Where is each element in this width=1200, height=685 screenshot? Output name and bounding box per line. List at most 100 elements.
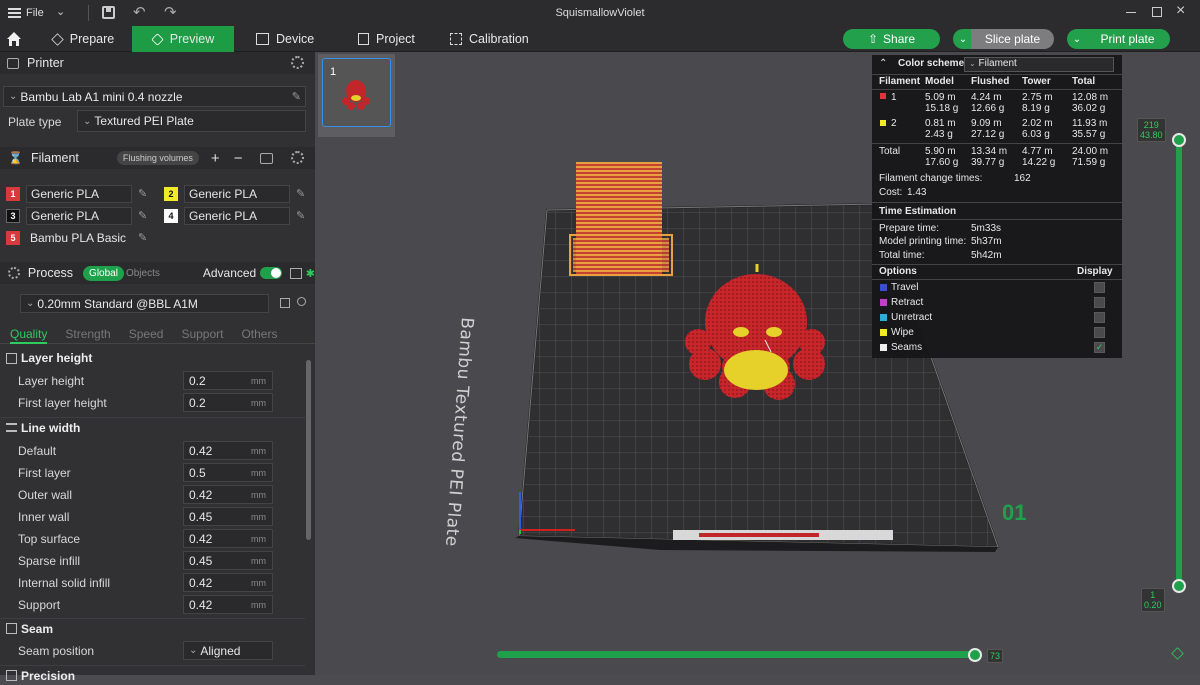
filament-name[interactable]: Generic PLA [184,206,290,225]
print-options-dropdown[interactable]: ⌄ [1067,29,1087,49]
filament-swatch[interactable]: 1 [6,186,20,201]
setting-input[interactable]: 0.42 mm [183,441,273,460]
divider [872,264,1122,265]
search-icon[interactable] [297,297,306,306]
filament-swatch[interactable]: 2 [164,186,178,201]
move-slider-track[interactable] [497,651,977,658]
save-preset-icon[interactable] [280,298,290,308]
edit-icon[interactable]: ✎ [138,209,147,222]
slice-options-dropdown[interactable]: ⌄ [953,29,973,49]
setting-input[interactable]: 0.45 mm [183,551,273,570]
filament-swatch[interactable]: 4 [164,208,178,223]
wipe-checkbox[interactable] [1094,327,1105,338]
filament-item-5[interactable]: 5 Bambu PLA Basic ✎ [6,228,147,247]
setting-row: Top surface 0.42 mm [0,528,305,550]
move-value: 73 [987,649,1004,663]
filament-name[interactable]: Generic PLA [184,184,290,203]
unretract-checkbox[interactable] [1094,312,1105,323]
chevron-down-icon: ⌄ [189,645,198,656]
restore-icon[interactable] [1152,7,1162,17]
filament-item-1[interactable]: 1 Generic PLA ✎ [6,184,147,203]
setting-input[interactable]: 0.42 mm [183,595,273,614]
close-icon[interactable]: × [1176,2,1185,20]
edit-icon[interactable]: ✎ [296,187,305,200]
share-button[interactable]: ⇧ Share [843,29,940,49]
retract-checkbox[interactable] [1094,297,1105,308]
printer-header: Printer [27,56,64,70]
advanced-switch[interactable] [260,267,282,279]
redo-icon[interactable]: ↷ [164,3,177,21]
color-scheme-select[interactable]: ⌄ Filament [964,57,1114,72]
plate-type-label: Plate type [8,115,62,129]
tab-others[interactable]: Others [241,324,277,343]
printer-select[interactable]: ⌄ Bambu Lab A1 mini 0.4 nozzle ✎ [3,86,306,107]
compare-icon[interactable] [289,267,302,279]
filament-item-3[interactable]: 3 Generic PLA ✎ [6,206,147,225]
tab-preview[interactable]: Preview [132,26,234,52]
filament-swatch[interactable]: 5 [6,230,20,245]
plate-type-select[interactable]: ⌄ Textured PEI Plate [77,110,306,132]
setting-row: Layer height 0.2 mm [0,370,305,392]
setting-input[interactable]: 0.42 mm [183,529,273,548]
tab-support[interactable]: Support [181,324,223,343]
chevron-down-icon[interactable]: ⌄ [56,5,65,18]
col-header-filament: Filament [879,76,921,87]
tab-device[interactable]: Device [256,26,326,52]
remove-filament-icon[interactable]: − [234,150,243,167]
edit-icon[interactable]: ✎ [292,90,301,103]
edit-icon[interactable]: ✎ [296,209,305,222]
setting-row: Inner wall 0.45 mm [0,506,305,528]
add-filament-icon[interactable]: + [211,150,220,167]
global-toggle[interactable]: Global [83,265,124,281]
process-preset-select[interactable]: ⌄ 0.20mm Standard @BBL A1M [20,294,269,313]
filament-item-4[interactable]: 4 Generic PLA ✎ [164,206,305,225]
slice-plate-button[interactable]: Slice plate [971,29,1054,49]
filament-item-2[interactable]: 2 Generic PLA ✎ [164,184,305,203]
tab-prepare[interactable]: Prepare [38,26,128,52]
model-m: 5.09 m [925,92,956,103]
settings-tree-icon[interactable]: ✱ [306,267,315,280]
flushed-m: 9.09 m [971,118,1002,129]
filament-name[interactable]: Generic PLA [26,184,132,203]
save-icon[interactable] [102,6,115,19]
tab-quality[interactable]: Quality [10,324,48,344]
setting-input[interactable]: 0.2 mm [183,393,273,412]
layer-slider-track[interactable] [1176,140,1182,588]
sync-ams-icon[interactable] [260,152,274,164]
tab-speed[interactable]: Speed [129,324,164,343]
tab-strength[interactable]: Strength [65,324,110,343]
seams-checkbox[interactable]: ✓ [1094,342,1105,353]
process-header: Process [27,266,74,280]
option-label: Wipe [891,327,914,338]
collapse-icon[interactable]: ⌃ [879,58,887,69]
undo-icon[interactable]: ↶ [133,3,146,21]
seam-position-select[interactable]: ⌄ Aligned [183,641,273,660]
settings-scrollbar[interactable] [306,360,311,540]
tab-calibration[interactable]: Calibration [450,26,540,52]
print-plate-button[interactable]: Print plate [1085,29,1170,49]
edit-icon[interactable]: ✎ [138,231,147,244]
setting-input[interactable]: 0.45 mm [183,507,273,526]
filament-settings-gear-icon[interactable] [291,151,304,164]
setting-input[interactable]: 0.42 mm [183,485,273,504]
layer-slider-bottom-knob[interactable] [1172,579,1186,593]
filament-name[interactable]: Bambu PLA Basic [26,229,132,247]
flushing-volumes-button[interactable]: Flushing volumes [116,151,199,165]
filament-name[interactable]: Generic PLA [26,206,132,225]
file-menu[interactable]: File [8,4,44,22]
setting-input[interactable]: 0.42 mm [183,573,273,592]
printer-settings-gear-icon[interactable] [291,56,304,69]
travel-checkbox[interactable] [1094,282,1105,293]
layers-icon [151,32,164,46]
filament-swatch[interactable]: 3 [6,208,20,223]
layer-slider-top-knob[interactable] [1172,133,1186,147]
tab-project[interactable]: Project [358,26,428,52]
unretract-swatch [880,314,887,321]
minimize-icon[interactable] [1126,12,1136,13]
setting-input[interactable]: 0.2 mm [183,371,273,390]
setting-input[interactable]: 0.5 mm [183,463,273,482]
home-icon[interactable] [6,31,22,47]
edit-icon[interactable]: ✎ [138,187,147,200]
move-slider-knob[interactable] [968,648,982,662]
objects-toggle[interactable]: Objects [126,268,160,279]
